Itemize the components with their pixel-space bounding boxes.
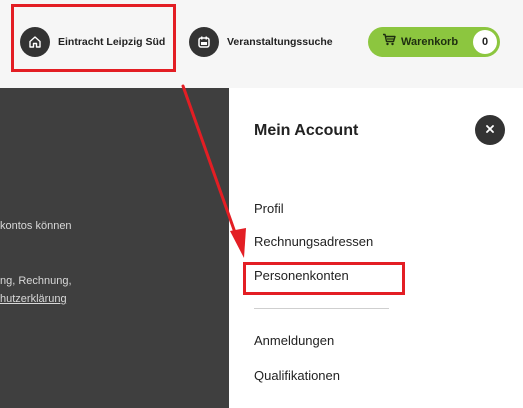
events-nav-label: Veranstaltungssuche <box>227 36 333 48</box>
cart-button[interactable]: Warenkorb 0 <box>368 27 500 57</box>
menu-divider <box>254 308 389 309</box>
background-text: ng, Rechnung, <box>0 275 72 287</box>
close-button[interactable] <box>475 115 505 145</box>
account-panel: Mein Account Profil Rechnungsadressen Pe… <box>229 88 523 408</box>
background-text: kontos können <box>0 220 72 232</box>
menu-item-profil[interactable]: Profil <box>254 201 284 216</box>
calendar-icon <box>189 27 219 57</box>
page-overlay[interactable]: kontos können ng, Rechnung, hutzerklärun… <box>0 88 229 408</box>
personenkonten-highlight-box <box>243 262 405 295</box>
menu-item-anmeldungen[interactable]: Anmeldungen <box>254 333 334 348</box>
home-highlight-box <box>11 4 176 72</box>
cart-count-badge: 0 <box>473 30 497 54</box>
cart-icon <box>382 33 396 51</box>
menu-item-rechnungsadressen[interactable]: Rechnungsadressen <box>254 234 373 249</box>
top-bar: Eintracht Leipzig Süd Veranstaltungssuch… <box>0 0 523 88</box>
close-icon <box>485 121 495 139</box>
events-nav-button[interactable]: Veranstaltungssuche <box>189 25 333 59</box>
background-link[interactable]: hutzerklärung <box>0 293 67 305</box>
panel-title: Mein Account <box>254 122 359 139</box>
cart-label: Warenkorb <box>401 36 459 48</box>
menu-item-qualifikationen[interactable]: Qualifikationen <box>254 368 340 383</box>
